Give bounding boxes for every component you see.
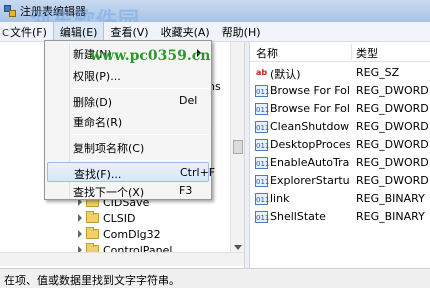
value-name: (默认): [270, 68, 301, 81]
menu-item-find-next[interactable]: 查找下一个(X) F3: [47, 181, 209, 201]
menu-item-delete[interactable]: 删除(D) Del: [47, 91, 209, 111]
window-title: 注册表编辑器: [20, 5, 86, 18]
value-row[interactable]: 011 link REG_BINARY: [250, 190, 430, 208]
value-name: Browse For Fol...: [270, 102, 350, 115]
menu-shortcut: Del: [179, 94, 198, 107]
binary-value-icon: 011: [255, 175, 269, 187]
value-type: REG_SZ: [356, 66, 400, 79]
string-value-icon: ab: [255, 68, 268, 77]
menu-item-rename[interactable]: 重命名(R): [47, 111, 209, 131]
binary-value-icon: 011: [255, 103, 269, 115]
binary-value-icon: 011: [255, 139, 269, 151]
value-row[interactable]: ab (默认) REG_SZ: [250, 64, 430, 82]
value-type: REG_BINARY: [356, 210, 425, 223]
tree-item-comdlg32[interactable]: ComDlg32: [78, 226, 161, 242]
tree-horizontal-scrollbar[interactable]: [0, 252, 244, 266]
values-pane[interactable]: 名称 类型 ab (默认) REG_SZ 011 Browse For Fol.…: [250, 42, 430, 268]
menu-item-label: 复制项名称(C): [73, 142, 145, 155]
menu-file[interactable]: 文件(F): [4, 22, 53, 42]
scroll-down-icon[interactable]: [234, 245, 242, 250]
menu-view[interactable]: 查看(V): [104, 22, 154, 42]
menu-shortcut: Ctrl+F: [180, 166, 216, 179]
menu-help[interactable]: 帮助(H): [216, 22, 267, 42]
menu-item-label: 重命名(R): [73, 116, 123, 129]
menu-item-find[interactable]: 查找(F)... Ctrl+F: [47, 162, 215, 182]
menu-item-label: 查找(F)...: [74, 168, 122, 181]
binary-value-icon: 011: [255, 121, 269, 133]
menu-bar: 文件(F) 编辑(E) 查看(V) 收藏夹(A) 帮助(H): [0, 20, 430, 43]
binary-value-icon: 011: [255, 211, 269, 223]
value-row[interactable]: 011 Browse For Fol... REG_DWORD: [250, 100, 430, 118]
value-name: EnableAutoTray: [270, 156, 350, 169]
menu-shortcut: F3: [179, 184, 193, 197]
value-name: ShellState: [270, 210, 326, 223]
menu-separator: [73, 134, 209, 135]
folder-icon: [86, 211, 99, 223]
value-type: REG_BINARY: [356, 192, 425, 205]
scroll-thumb[interactable]: [233, 140, 243, 154]
column-header-name[interactable]: 名称: [256, 45, 278, 61]
tree-item-label: ComDlg32: [103, 227, 161, 241]
value-row[interactable]: 011 EnableAutoTray REG_DWORD: [250, 154, 430, 172]
status-bar: 在项、值或数据里找到文字字符串。: [0, 268, 430, 288]
value-name: Browse For Fol...: [270, 84, 350, 97]
binary-value-icon: 011: [255, 193, 269, 205]
menu-item-copy-key-name[interactable]: 复制项名称(C): [47, 137, 209, 157]
menu-item-label: 权限(P)...: [73, 70, 121, 83]
value-row[interactable]: 011 ShellState REG_BINARY: [250, 208, 430, 226]
column-divider[interactable]: [351, 44, 352, 60]
column-header-type[interactable]: 类型: [356, 45, 378, 61]
watermark-url: www.pc0359.cn: [90, 48, 211, 64]
edit-menu-dropdown: 新建(N) 权限(P)... 删除(D) Del 重命名(R) 复制项名称(C)…: [44, 40, 215, 201]
binary-value-icon: 011: [255, 157, 269, 169]
tree-vertical-scrollbar[interactable]: [230, 42, 244, 252]
value-type: REG_DWORD: [356, 102, 429, 115]
value-type: REG_DWORD: [356, 156, 429, 169]
menu-item-permissions[interactable]: 权限(P)...: [47, 65, 209, 85]
value-type: REG_DWORD: [356, 84, 429, 97]
tree-parent-label[interactable]: C: [2, 28, 9, 39]
value-row[interactable]: 011 CleanShutdown REG_DWORD: [250, 118, 430, 136]
value-row[interactable]: 011 DesktopProcess REG_DWORD: [250, 136, 430, 154]
value-name: DesktopProcess: [270, 138, 350, 151]
value-row[interactable]: 011 ExplorerStartu... REG_DWORD: [250, 172, 430, 190]
menu-item-label: 删除(D): [73, 96, 113, 109]
menu-favorites[interactable]: 收藏夹(A): [155, 22, 216, 42]
value-type: REG_DWORD: [356, 120, 429, 133]
title-bar: 注册表编辑器: [0, 0, 430, 22]
binary-value-icon: 011: [255, 85, 269, 97]
value-name: CleanShutdown: [270, 120, 350, 133]
menu-item-label: 查找下一个(X): [73, 186, 145, 199]
regedit-app-icon: [4, 5, 16, 17]
tree-item-clsid[interactable]: CLSID: [78, 210, 136, 226]
tree-item-label: CLSID: [103, 211, 136, 225]
value-name: link: [270, 192, 290, 205]
menu-separator: [73, 160, 209, 161]
expand-icon[interactable]: [78, 230, 82, 238]
value-name: ExplorerStartu...: [270, 174, 350, 187]
value-type: REG_DWORD: [356, 138, 429, 151]
value-type: REG_DWORD: [356, 174, 429, 187]
expand-icon[interactable]: [78, 214, 82, 222]
menu-separator: [73, 88, 209, 89]
folder-icon: [86, 227, 99, 239]
values-header: 名称 类型: [250, 42, 430, 62]
value-row[interactable]: 011 Browse For Fol... REG_DWORD: [250, 82, 430, 100]
